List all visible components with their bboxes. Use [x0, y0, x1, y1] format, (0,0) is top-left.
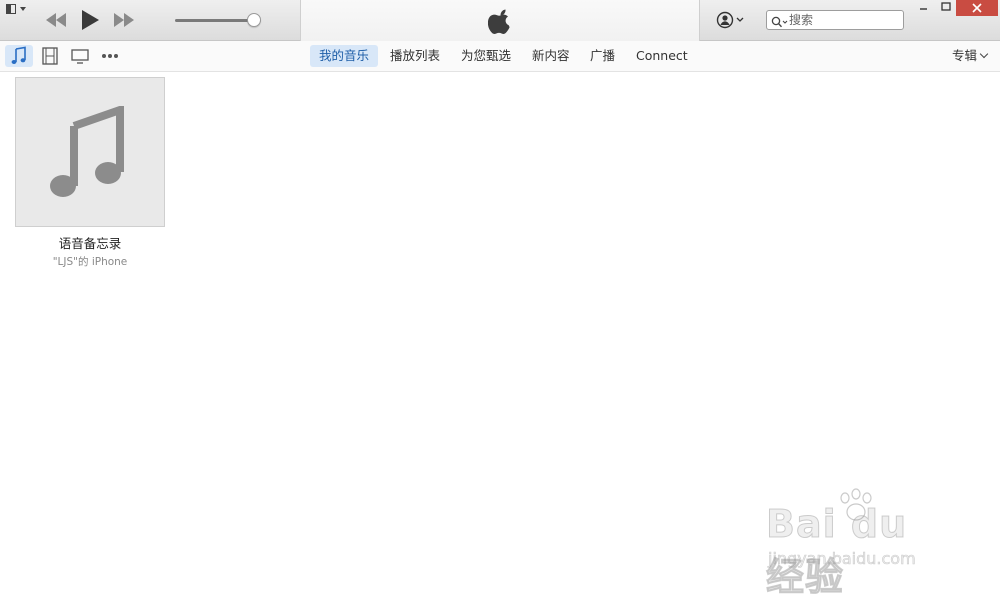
minimize-button[interactable] — [916, 0, 932, 16]
music-icon[interactable] — [5, 45, 33, 67]
player-toolbar — [0, 0, 1000, 41]
maximize-button[interactable] — [938, 0, 954, 16]
view-selector-label: 专辑 — [952, 48, 978, 63]
search-icon — [771, 14, 789, 28]
volume-knob[interactable] — [247, 13, 262, 27]
more-icon[interactable] — [96, 45, 124, 67]
chevron-down-icon — [979, 49, 989, 59]
movies-icon[interactable] — [36, 45, 64, 67]
tab-new[interactable]: 新内容 — [523, 45, 579, 67]
navigation-bar: 我的音乐 播放列表 为您甄选 新内容 广播 Connect 专辑 — [0, 41, 1000, 72]
tab-for-you[interactable]: 为您甄选 — [452, 45, 520, 67]
watermark-url: jingyan.baidu.com — [768, 549, 916, 569]
rewind-icon[interactable] — [44, 9, 68, 31]
fast-forward-icon[interactable] — [112, 9, 136, 31]
search-input[interactable] — [789, 12, 901, 28]
album-tile[interactable]: 语音备忘录 "LJS"的 iPhone — [15, 77, 165, 269]
baidu-watermark: Bai du 经验 jingyan.baidu.com — [766, 488, 956, 600]
close-button[interactable] — [956, 0, 998, 16]
tab-connect[interactable]: Connect — [627, 45, 697, 67]
tv-icon[interactable] — [66, 45, 94, 67]
search-field[interactable] — [766, 10, 904, 30]
music-note-icon — [50, 106, 124, 197]
apple-logo-icon — [487, 7, 514, 35]
tab-radio[interactable]: 广播 — [581, 45, 624, 67]
play-icon[interactable] — [79, 9, 101, 31]
tab-my-music[interactable]: 我的音乐 — [310, 45, 379, 67]
account-icon[interactable] — [716, 11, 748, 29]
tab-playlists[interactable]: 播放列表 — [381, 45, 449, 67]
view-selector[interactable]: 专辑 — [952, 45, 989, 67]
album-artist: "LJS"的 iPhone — [52, 256, 128, 268]
album-title[interactable]: 语音备忘录 — [15, 233, 165, 252]
status-display — [300, 0, 700, 41]
volume-slider[interactable] — [175, 12, 267, 28]
album-artwork[interactable] — [15, 77, 165, 227]
sidebar-toggle-icon[interactable] — [6, 4, 28, 16]
